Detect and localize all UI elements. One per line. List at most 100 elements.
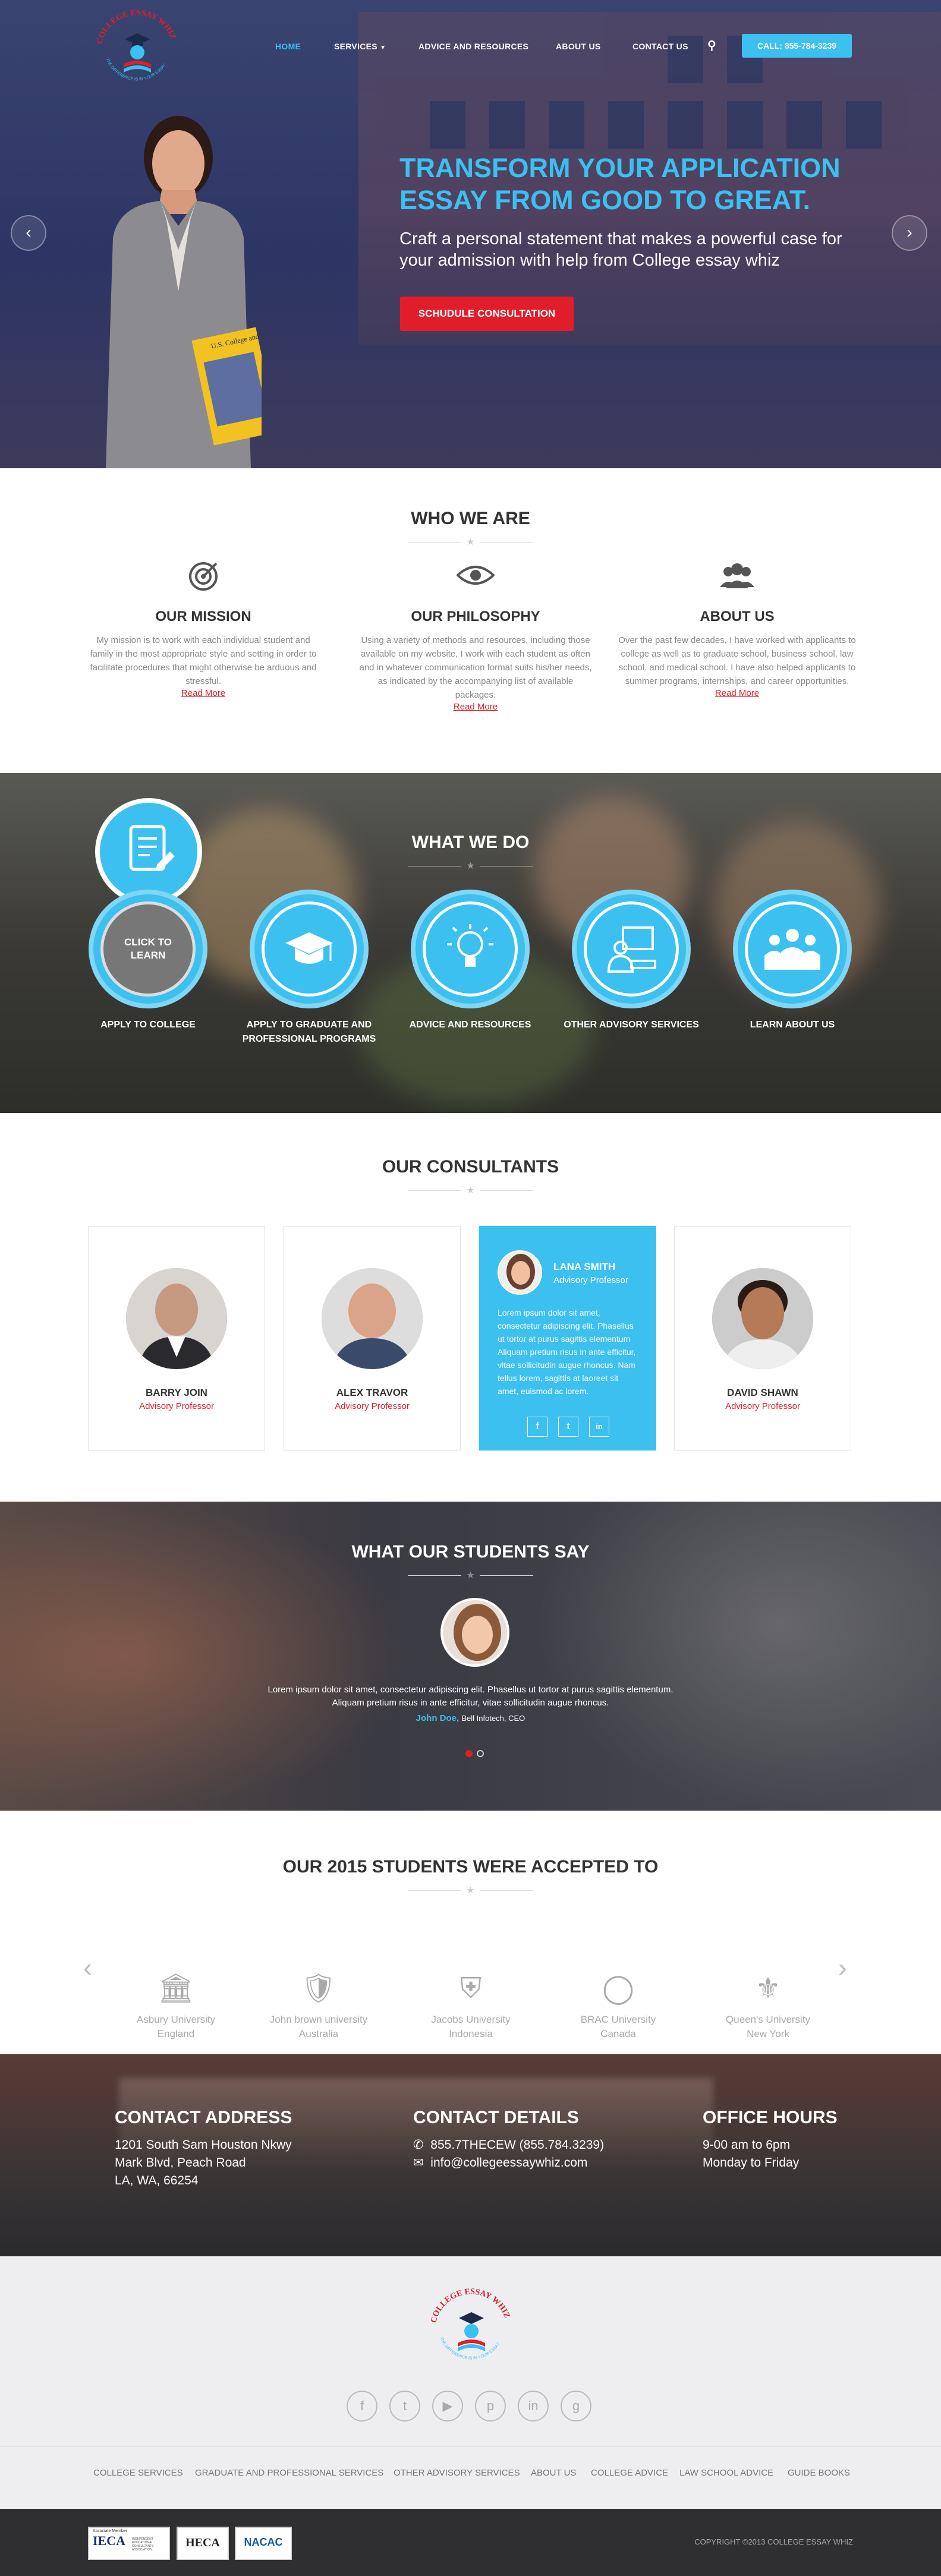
university-place: Indonesia [449,2028,493,2039]
who-we-are-title: WHO WE ARE [411,509,530,528]
eye-icon [357,557,594,593]
nav-home[interactable]: HOME [275,42,301,51]
consultant-role: Advisory Professor [139,1401,214,1411]
search-icon[interactable]: ⚲ [707,38,716,53]
consultants-title: OUR CONSULTANTS [382,1157,559,1177]
consultant-role: Advisory Professor [725,1401,800,1411]
consultant-name: LANA SMITH [553,1261,616,1272]
address-line: LA, WA, 66254 [115,2174,199,2187]
twitter-icon[interactable]: t [558,1417,578,1437]
presenter-board-icon [584,901,679,997]
title-star-divider: ★ [0,536,941,548]
address-line: Mark Blvd, Peach Road [115,2156,246,2170]
nav-services[interactable]: SERVICES ▼ [334,42,386,51]
consultant-card[interactable]: BARRY JOIN Advisory Professor [88,1226,265,1451]
consultant-photo [322,1268,423,1369]
university-item[interactable]: 🛡 John brown university Australia [247,1965,390,2041]
consultant-role: Advisory Professor [553,1275,628,1285]
next-university-arrow-icon[interactable]: › [838,1953,847,1983]
hero-subtitle: Craft a personal statement that makes a … [399,229,842,270]
prev-slide-arrow-icon[interactable]: ‹ [11,215,46,251]
facebook-icon[interactable]: f [347,2391,377,2421]
heca-badge[interactable]: HECA [177,2527,229,2560]
next-slide-arrow-icon[interactable]: › [892,215,927,251]
what-label-apply-college[interactable]: APPLY TO COLLEGE [74,1018,222,1032]
contact-details-title: CONTACT DETAILS [413,2108,579,2127]
mission-read-more-link[interactable]: Read More [181,688,225,698]
philosophy-text: Using a variety of methods and resources… [359,635,592,700]
about-column: ABOUT US Over the past few decades, I ha… [618,557,856,699]
nav-advice[interactable]: ADVICE AND RESOURCES [418,42,528,51]
university-name: Asbury University [136,2014,216,2025]
what-label-about-us[interactable]: LEARN ABOUT US [718,1018,867,1032]
hours-line: Monday to Friday [703,2156,800,2170]
click-to-learn-overlay[interactable]: CLICK TO LEARN [100,901,196,997]
what-label-graduate[interactable]: APPLY TO GRADUATE AND PROFESSIONAL PROGR… [235,1018,383,1046]
what-item-about-us[interactable] [733,890,852,1008]
consultant-card[interactable]: ALEX TRAVOR Advisory Professor [284,1226,461,1451]
footer-logo[interactable]: COLLEGE ESSAY WHIZ THE DIFFERENCE IS IN … [422,2284,520,2373]
contact-address-title: CONTACT ADDRESS [115,2108,292,2127]
testimonial-quote: Lorem ipsum dolor sit amet, consectetur … [267,1685,674,1708]
mission-title: OUR MISSION [155,608,251,625]
jacobs-logo-icon: ⛨ [460,1973,481,2004]
testimonial-company: Bell Infotech, CEO [461,1714,525,1723]
consultant-photo [498,1250,542,1295]
university-name: BRAC University [580,2014,656,2025]
call-button[interactable]: CALL: 855-784-3239 [742,34,852,58]
pinterest-icon[interactable]: p [475,2391,506,2421]
nacac-badge[interactable]: NACAC [235,2527,292,2560]
carousel-dot[interactable] [477,1750,484,1757]
about-text: Over the past few decades, I have worked… [618,635,856,686]
nav-about[interactable]: ABOUT US [556,42,601,51]
youtube-icon[interactable]: ▶ [432,2391,463,2421]
linkedin-icon[interactable]: in [518,2391,549,2421]
what-item-other-services[interactable] [572,890,691,1008]
what-label-advice[interactable]: ADVICE AND RESOURCES [396,1018,545,1032]
accepted-section: OUR 2015 STUDENTS WERE ACCEPTED TO ★ ‹ ›… [0,1811,941,2054]
consultant-card[interactable]: DAVID SHAWN Advisory Professor [674,1226,851,1451]
office-hours-title: OFFICE HOURS [703,2108,838,2127]
university-place: Australia [298,2028,339,2039]
university-item[interactable]: ⛨ Jacobs University Indonesia [399,1965,542,2041]
contact-phone[interactable]: 855.7THECEW (855.784.3239) [430,2138,604,2152]
target-icon [84,557,322,593]
columns-building-icon: 🏛 [158,1973,194,2004]
linkedin-icon[interactable]: in [589,1417,609,1437]
contact-email[interactable]: info@collegeessaywhiz.com [430,2156,587,2170]
what-item-apply-college[interactable]: CLICK TO LEARN [89,890,207,1008]
university-item[interactable]: 🏛 Asbury University England [105,1965,247,2041]
philosophy-read-more-link[interactable]: Read More [454,702,498,712]
nav-contact[interactable]: CONTACT US [632,42,688,51]
what-label-other-services[interactable]: OTHER ADVISORY SERVICES [557,1018,706,1032]
phone-icon: ✆ [413,2138,424,2152]
testimonial-title: WHAT OUR STUDENTS SAY [351,1542,590,1562]
carousel-dot-active[interactable] [465,1750,473,1757]
google-plus-icon[interactable]: g [561,2391,591,2421]
what-item-graduate[interactable] [250,890,369,1008]
university-item[interactable]: ⚜ Queen's University New York [697,1965,839,2041]
about-title: ABOUT US [700,608,775,625]
bottom-bar: Associate Member IECA INDEPENDENT EDUCAT… [0,2509,941,2576]
ieca-badge[interactable]: Associate Member IECA INDEPENDENT EDUCAT… [88,2527,170,2560]
footer-link[interactable]: LAW SCHOOL ADVICE [679,2468,773,2478]
title-star-divider: ★ [0,1884,941,1896]
footer-link[interactable]: GRADUATE AND PROFESSIONAL SERVICES [195,2468,383,2478]
footer-link[interactable]: COLLEGE SERVICES [93,2468,183,2478]
office-hours-block: OFFICE HOURS 9-00 am to 6pm Monday to Fr… [703,2108,838,2172]
twitter-icon[interactable]: t [389,2391,420,2421]
consultant-photo [712,1268,813,1369]
university-name: John brown university [269,2014,368,2025]
what-item-advice[interactable] [411,890,530,1008]
prev-university-arrow-icon[interactable]: ‹ [83,1953,92,1983]
footer-link[interactable]: OTHER ADVISORY SERVICES [394,2468,520,2478]
about-read-more-link[interactable]: Read More [715,688,759,698]
footer-link[interactable]: GUIDE BOOKS [788,2468,850,2478]
hero-person-image: U.S. College and University [106,116,262,468]
consultant-card-active[interactable]: LANA SMITH Advisory Professor Lorem ipsu… [479,1226,656,1451]
footer-link[interactable]: ABOUT US [531,2468,576,2478]
facebook-icon[interactable]: f [527,1417,547,1437]
schedule-consultation-button[interactable]: SCHUDULE CONSULTATION [400,297,574,331]
university-item[interactable]: ◯ BRAC University Canada [547,1965,690,2041]
footer-link[interactable]: COLLEGE ADVICE [591,2468,668,2478]
